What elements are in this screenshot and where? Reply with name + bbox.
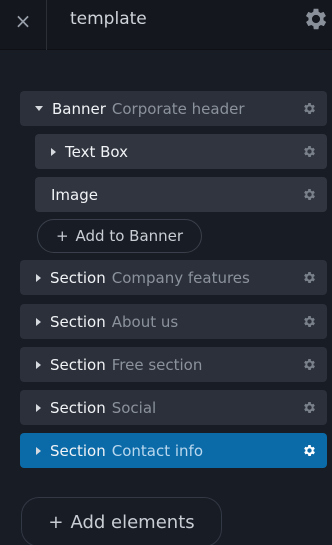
add-elements-label: Add elements (70, 511, 195, 533)
child-label: Text Box (65, 142, 128, 161)
section-subtitle: Social (111, 398, 157, 417)
banner-row[interactable]: Banner Corporate header (20, 91, 327, 126)
plus-icon: + (48, 511, 64, 533)
child-label: Image (51, 185, 98, 204)
caret-right-icon[interactable] (36, 273, 41, 282)
child-item-image[interactable]: Image (35, 177, 327, 212)
section-row-free-section[interactable]: Section Free section (20, 347, 327, 382)
gear-icon[interactable] (302, 144, 317, 159)
close-button[interactable]: × (0, 0, 46, 42)
section-label: Section (50, 312, 106, 331)
section-subtitle: About us (111, 312, 179, 331)
section-row-about-us[interactable]: Section About us (20, 304, 327, 339)
add-elements-button[interactable]: + Add elements (21, 497, 222, 545)
caret-right-icon[interactable] (51, 147, 56, 156)
close-icon: × (14, 9, 32, 33)
banner-subtitle: Corporate header (111, 99, 245, 118)
gear-icon[interactable] (302, 101, 317, 116)
plus-icon: + (55, 227, 69, 245)
caret-right-icon[interactable] (36, 317, 41, 326)
section-row-contact-info[interactable]: Section Contact info (20, 433, 327, 468)
gear-icon[interactable] (302, 443, 317, 458)
caret-down-icon[interactable] (35, 106, 43, 111)
caret-right-icon[interactable] (36, 446, 41, 455)
add-to-banner-label: Add to Banner (75, 227, 184, 245)
section-subtitle: Free section (111, 355, 203, 374)
section-label: Section (50, 355, 106, 374)
header-divider (46, 0, 47, 50)
section-label: Section (50, 398, 106, 417)
page-title: template (70, 9, 147, 29)
gear-icon[interactable] (302, 187, 317, 202)
caret-right-icon[interactable] (36, 360, 41, 369)
section-row-social[interactable]: Section Social (20, 390, 327, 425)
caret-right-icon[interactable] (36, 403, 41, 412)
gear-icon[interactable] (302, 357, 317, 372)
section-label: Section (50, 441, 106, 460)
gear-icon[interactable] (302, 270, 317, 285)
section-label: Section (50, 268, 106, 287)
panel-header: × template (0, 0, 332, 50)
gear-icon[interactable] (302, 314, 317, 329)
settings-gear-icon[interactable] (302, 5, 330, 33)
gear-icon[interactable] (302, 400, 317, 415)
add-to-banner-button[interactable]: + Add to Banner (37, 219, 202, 253)
section-subtitle: Contact info (111, 441, 203, 460)
section-row-company-features[interactable]: Section Company features (20, 260, 327, 295)
child-item-text-box[interactable]: Text Box (35, 134, 327, 169)
section-subtitle: Company features (111, 268, 250, 287)
banner-label: Banner (52, 99, 106, 118)
